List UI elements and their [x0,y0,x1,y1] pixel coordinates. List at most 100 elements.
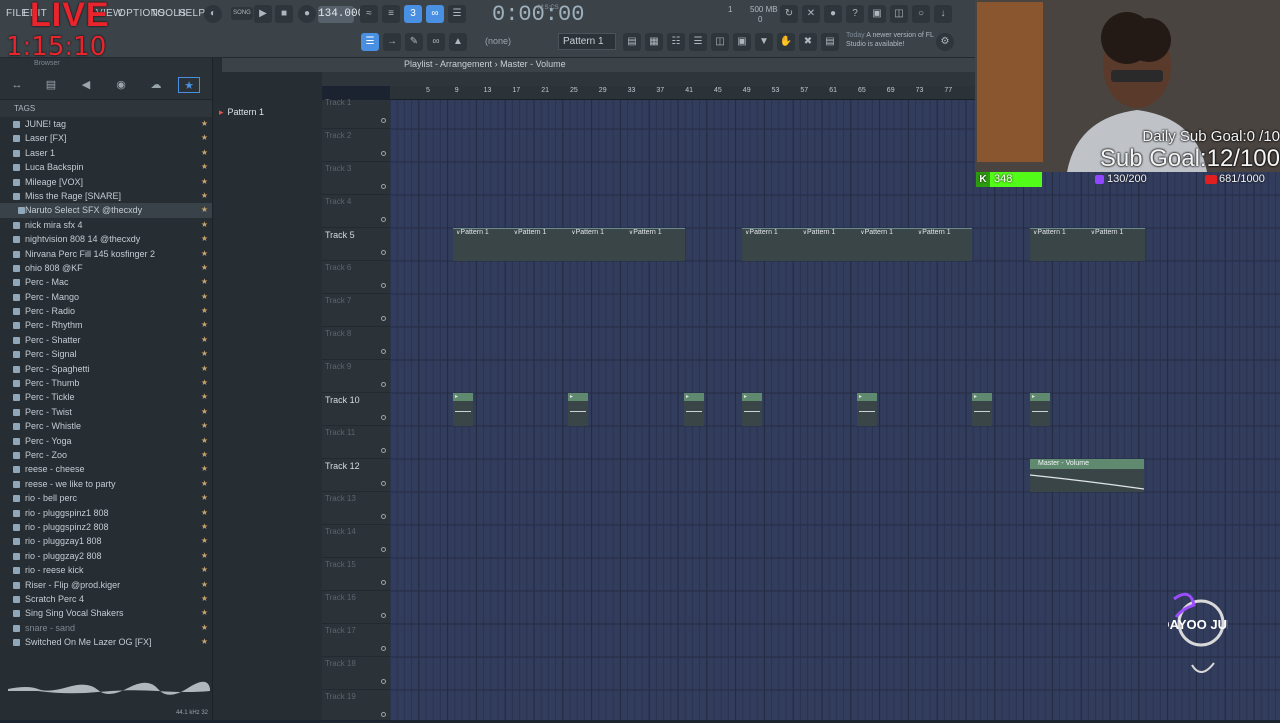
piano-roll-icon[interactable]: ▦ [645,33,663,51]
favorite-star-icon[interactable]: ★ [201,491,208,505]
help-icon[interactable]: ? [846,5,864,23]
track-header[interactable]: Track 13 [322,492,390,525]
track-mute-icon[interactable] [381,481,386,486]
favorite-star-icon[interactable]: ★ [201,362,208,376]
track-header[interactable]: Track 11 [322,426,390,459]
track-mute-icon[interactable] [381,679,386,684]
countdown-icon[interactable]: 3 [404,5,422,23]
browser-file-item[interactable]: Perc - Zoo ★ [0,448,212,462]
browser-file-item[interactable]: snare - sand ★ [0,621,212,635]
layer-icon[interactable]: ▤ [821,33,839,51]
track-mute-icon[interactable] [381,151,386,156]
stop-button[interactable]: ■ [275,5,293,23]
browser-file-item[interactable]: reese - we like to party ★ [0,477,212,491]
browser-file-item[interactable]: Perc - Yoga ★ [0,434,212,448]
browser-file-item[interactable]: ohio 808 @KF ★ [0,261,212,275]
favorite-star-icon[interactable]: ★ [201,189,208,203]
browser-file-item[interactable]: nick mira sfx 4 ★ [0,218,212,232]
track-mute-icon[interactable] [381,217,386,222]
favorite-star-icon[interactable]: ★ [201,290,208,304]
track-header[interactable]: Track 12 [322,459,390,492]
favorite-star-icon[interactable]: ★ [201,146,208,160]
track-mute-icon[interactable] [381,580,386,585]
favorite-star-icon[interactable]: ★ [201,405,208,419]
pattern-clip[interactable]: Pattern 1 Pattern 1 [1030,228,1145,261]
download-icon[interactable]: ↓ [934,5,952,23]
track-header[interactable]: Track 19 [322,690,390,723]
favorite-star-icon[interactable]: ★ [201,578,208,592]
browser-file-item[interactable]: rio - reese kick ★ [0,563,212,577]
tempo-display[interactable]: 134.000 [318,6,364,23]
playlist-grid[interactable]: Pattern 1Pattern 1Pattern 1Pattern 1Patt… [390,100,1280,720]
playlist-breadcrumb[interactable]: Master - Volume [500,59,566,69]
sample-waveform[interactable] [8,671,210,707]
browser-file-item[interactable]: Mileage [VOX] ★ [0,175,212,189]
plugin-icon[interactable]: ▣ [733,33,751,51]
favorite-star-icon[interactable]: ★ [201,333,208,347]
browser-file-item[interactable]: Perc - Mac ★ [0,275,212,289]
chat-icon[interactable]: ○ [912,5,930,23]
track-header[interactable]: Track 3 [322,162,390,195]
browser-file-item[interactable]: Sing Sing Vocal Shakers ★ [0,606,212,620]
track-mute-icon[interactable] [381,316,386,321]
favorite-star-icon[interactable]: ★ [201,520,208,534]
favorite-star-icon[interactable]: ★ [201,203,208,217]
mic-icon[interactable]: ● [824,5,842,23]
track-header[interactable]: Track 2 [322,129,390,162]
track-header[interactable]: Track 10 [322,393,390,426]
automation-clip[interactable]: Master - Volume [1029,459,1145,492]
audio-clip[interactable]: ▸ [568,393,588,426]
audio-clip[interactable]: ▸ [857,393,877,426]
stamp-icon[interactable]: ▲ [449,33,467,51]
tempo-tap-icon[interactable]: ✖ [799,33,817,51]
instrument-icon[interactable]: ◉ [110,77,132,93]
browser-file-item[interactable]: Luca Backspin ★ [0,160,212,174]
track-mute-icon[interactable] [381,448,386,453]
track-mute-icon[interactable] [381,283,386,288]
browser-icon[interactable]: ◫ [711,33,729,51]
favorite-star-icon[interactable]: ★ [201,434,208,448]
audio-clip[interactable]: ▸ [742,393,762,426]
step-edit-icon[interactable]: ☰ [448,5,466,23]
favorite-star-icon[interactable]: ★ [201,232,208,246]
favorite-star-icon[interactable]: ★ [201,175,208,189]
browser-file-item[interactable]: rio - pluggzay2 808 ★ [0,549,212,563]
browser-file-item[interactable]: reese - cheese ★ [0,462,212,476]
browser-file-item[interactable]: rio - pluggspinz2 808 ★ [0,520,212,534]
settings-gear-icon[interactable]: ⚙ [936,33,954,51]
track-header[interactable]: Track 7 [322,294,390,327]
favorite-star-icon[interactable]: ★ [201,506,208,520]
audio-clip[interactable]: ▸ [1030,393,1050,426]
browser-file-item[interactable]: Scratch Perc 4 ★ [0,592,212,606]
track-header[interactable]: Track 6 [322,261,390,294]
favorite-star-icon[interactable]: ★ [201,621,208,635]
touch-icon[interactable]: ✋ [777,33,795,51]
browser-file-item[interactable]: Perc - Tickle ★ [0,390,212,404]
browser-file-item[interactable]: JUNE! tag ★ [0,117,212,131]
track-header[interactable]: Track 5 [322,228,390,261]
channel-rack-icon[interactable]: ☷ [667,33,685,51]
track-mute-icon[interactable] [381,250,386,255]
browser-file-item[interactable]: rio - pluggspinz1 808 ★ [0,506,212,520]
favorite-star-icon[interactable]: ★ [201,347,208,361]
favorite-star-icon[interactable]: ★ [201,117,208,131]
midi-icon[interactable]: ◫ [890,5,908,23]
pattern-clip[interactable]: Pattern 1 Pattern 1 Pattern 1 Pattern 1 [742,228,972,261]
snap-select[interactable]: (none) [477,33,541,50]
record-button[interactable]: ● [298,5,316,23]
track-header[interactable]: Track 1 [322,96,390,129]
favorite-star-icon[interactable]: ★ [201,376,208,390]
browser-file-item[interactable]: Laser 1 ★ [0,146,212,160]
favorite-star-icon[interactable]: ★ [201,419,208,433]
browser-file-item[interactable]: rio - pluggzay1 808 ★ [0,534,212,548]
favorite-star-icon[interactable]: ★ [201,549,208,563]
mixer-icon[interactable]: ☰ [689,33,707,51]
favorite-star-icon[interactable]: ★ [201,160,208,174]
track-mute-icon[interactable] [381,415,386,420]
favorite-star-icon[interactable]: ★ [201,131,208,145]
playlist-icon[interactable]: ▤ [623,33,641,51]
browser-file-item[interactable]: Perc - Spaghetti ★ [0,362,212,376]
menu-help[interactable]: HELP [178,8,205,19]
track-header[interactable]: Track 16 [322,591,390,624]
plugin-browser-icon[interactable]: ◀ [75,77,97,93]
